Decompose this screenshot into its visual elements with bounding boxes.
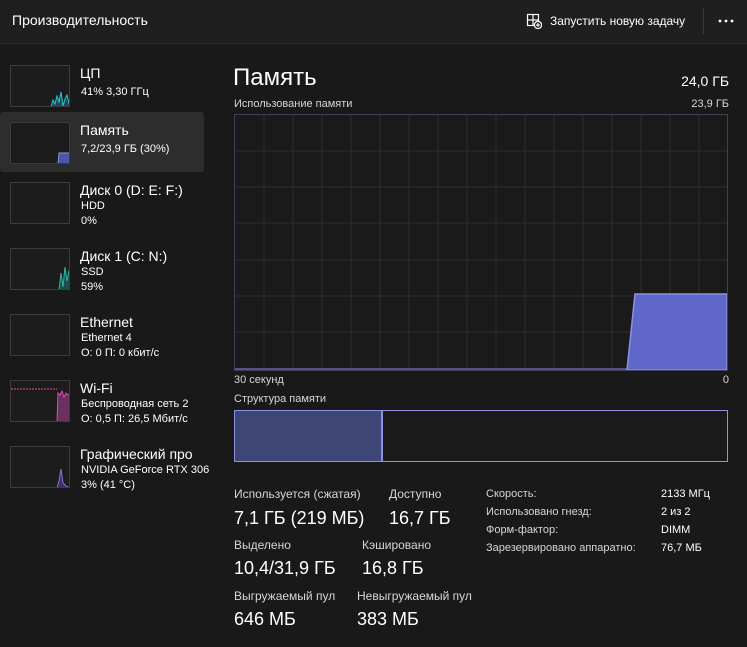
gpu-thumbnail-graph [10, 446, 70, 488]
sidebar-item-detail: NVIDIA GeForce RTX 3060 [81, 464, 209, 476]
sidebar-item-detail: Беспроводная сеть 2 [81, 398, 189, 410]
sidebar-item-name: Память [80, 122, 129, 138]
cached-value: 16,8 ГБ [362, 558, 424, 578]
committed-label: Выделено [234, 538, 291, 552]
sidebar-item-disk1[interactable]: Диск 1 (C: N:) SSD 59% [0, 238, 204, 298]
sidebar-item-detail: 0% [81, 215, 97, 227]
header-divider [703, 8, 704, 34]
slots-used-key: Использовано гнезд: [486, 506, 592, 518]
sidebar-item-name: Диск 0 (D: E: F:) [80, 182, 183, 198]
sidebar-item-disk0[interactable]: Диск 0 (D: E: F:) HDD 0% [0, 172, 204, 232]
in-use-value: 7,1 ГБ (219 МБ) [234, 508, 365, 528]
sidebar-item-detail: О: 0,5 П: 26,5 Мбит/с [81, 413, 188, 425]
cpu-thumbnail-graph [10, 65, 70, 107]
memory-usage-area [626, 293, 728, 371]
memory-composition-label: Структура памяти [234, 393, 327, 405]
sidebar-item-ethernet[interactable]: Ethernet Ethernet 4 О: 0 П: 0 кбит/с [0, 304, 204, 364]
memory-thumbnail-graph [10, 122, 70, 164]
nonpaged-pool-value: 383 МБ [357, 609, 419, 629]
sidebar-item-detail: 41% 3,30 ГГц [81, 86, 149, 98]
page-title: Память [233, 64, 317, 91]
more-icon [718, 19, 734, 23]
header-bar: Производительность Запустить новую задач… [0, 0, 747, 44]
sidebar-item-wifi[interactable]: Wi-Fi Беспроводная сеть 2 О: 0,5 П: 26,5… [0, 370, 204, 430]
sidebar-item-detail: Ethernet 4 [81, 332, 132, 344]
sidebar-item-name: ЦП [80, 65, 101, 81]
memory-usage-label: Использование памяти [234, 98, 353, 110]
sidebar-item-cpu[interactable]: ЦП 41% 3,30 ГГц [0, 55, 204, 115]
sidebar-item-detail: 3% (41 °C) [81, 479, 135, 491]
ethernet-thumbnail-graph [10, 314, 70, 356]
nonpaged-pool-label: Невыгружаемый пул [357, 589, 472, 603]
form-factor-key: Форм-фактор: [486, 524, 559, 536]
cached-label: Кэшировано [362, 538, 432, 552]
sidebar-item-name: Графический про [80, 446, 193, 462]
memory-composition-bar [234, 410, 728, 462]
graph-time-end: 0 [722, 374, 729, 386]
sidebar-item-detail: SSD [81, 266, 104, 278]
sidebar-item-name: Wi-Fi [80, 380, 113, 396]
in-use-label: Используется (сжатая) [234, 487, 361, 501]
memory-usage-graph [234, 114, 728, 371]
page-header-title: Производительность [12, 12, 148, 28]
wifi-thumbnail-graph [10, 380, 70, 422]
sidebar-item-detail: 59% [81, 281, 104, 293]
sidebar-item-detail: 7,2/23,9 ГБ (30%) [81, 143, 170, 155]
disk0-thumbnail-graph [10, 182, 70, 224]
speed-value: 2133 МГц [661, 488, 710, 500]
available-label: Доступно [389, 487, 442, 501]
sidebar-item-detail: HDD [81, 200, 105, 212]
hardware-reserved-key: Зарезервировано аппаратно: [486, 542, 636, 554]
speed-key: Скорость: [486, 488, 537, 500]
sidebar-item-name: Диск 1 (C: N:) [80, 248, 168, 264]
available-value: 16,7 ГБ [389, 508, 451, 528]
memory-usage-max: 23,9 ГБ [691, 98, 729, 110]
sidebar-item-memory[interactable]: Память 7,2/23,9 ГБ (30%) [0, 112, 204, 172]
hardware-reserved-value: 76,7 МБ [661, 542, 702, 554]
graph-time-label: 30 секунд [234, 374, 284, 386]
new-task-icon [526, 13, 542, 29]
paged-pool-label: Выгружаемый пул [234, 589, 336, 603]
committed-value: 10,4/31,9 ГБ [234, 558, 336, 578]
slots-used-value: 2 из 2 [661, 506, 691, 518]
sidebar-item-detail: О: 0 П: 0 кбит/с [81, 347, 160, 359]
sidebar-item-name: Ethernet [80, 314, 133, 330]
disk1-thumbnail-graph [10, 248, 70, 290]
paged-pool-value: 646 МБ [234, 609, 296, 629]
total-memory: 24,0 ГБ [681, 73, 729, 89]
form-factor-value: DIMM [661, 524, 691, 536]
sidebar-item-gpu[interactable]: Графический про NVIDIA GeForce RTX 3060 … [0, 436, 209, 496]
run-new-task-label: Запустить новую задачу [550, 14, 686, 28]
more-options-button[interactable] [714, 10, 738, 32]
memory-composition-in-use [235, 411, 383, 461]
run-new-task-button[interactable]: Запустить новую задачу [526, 10, 685, 32]
